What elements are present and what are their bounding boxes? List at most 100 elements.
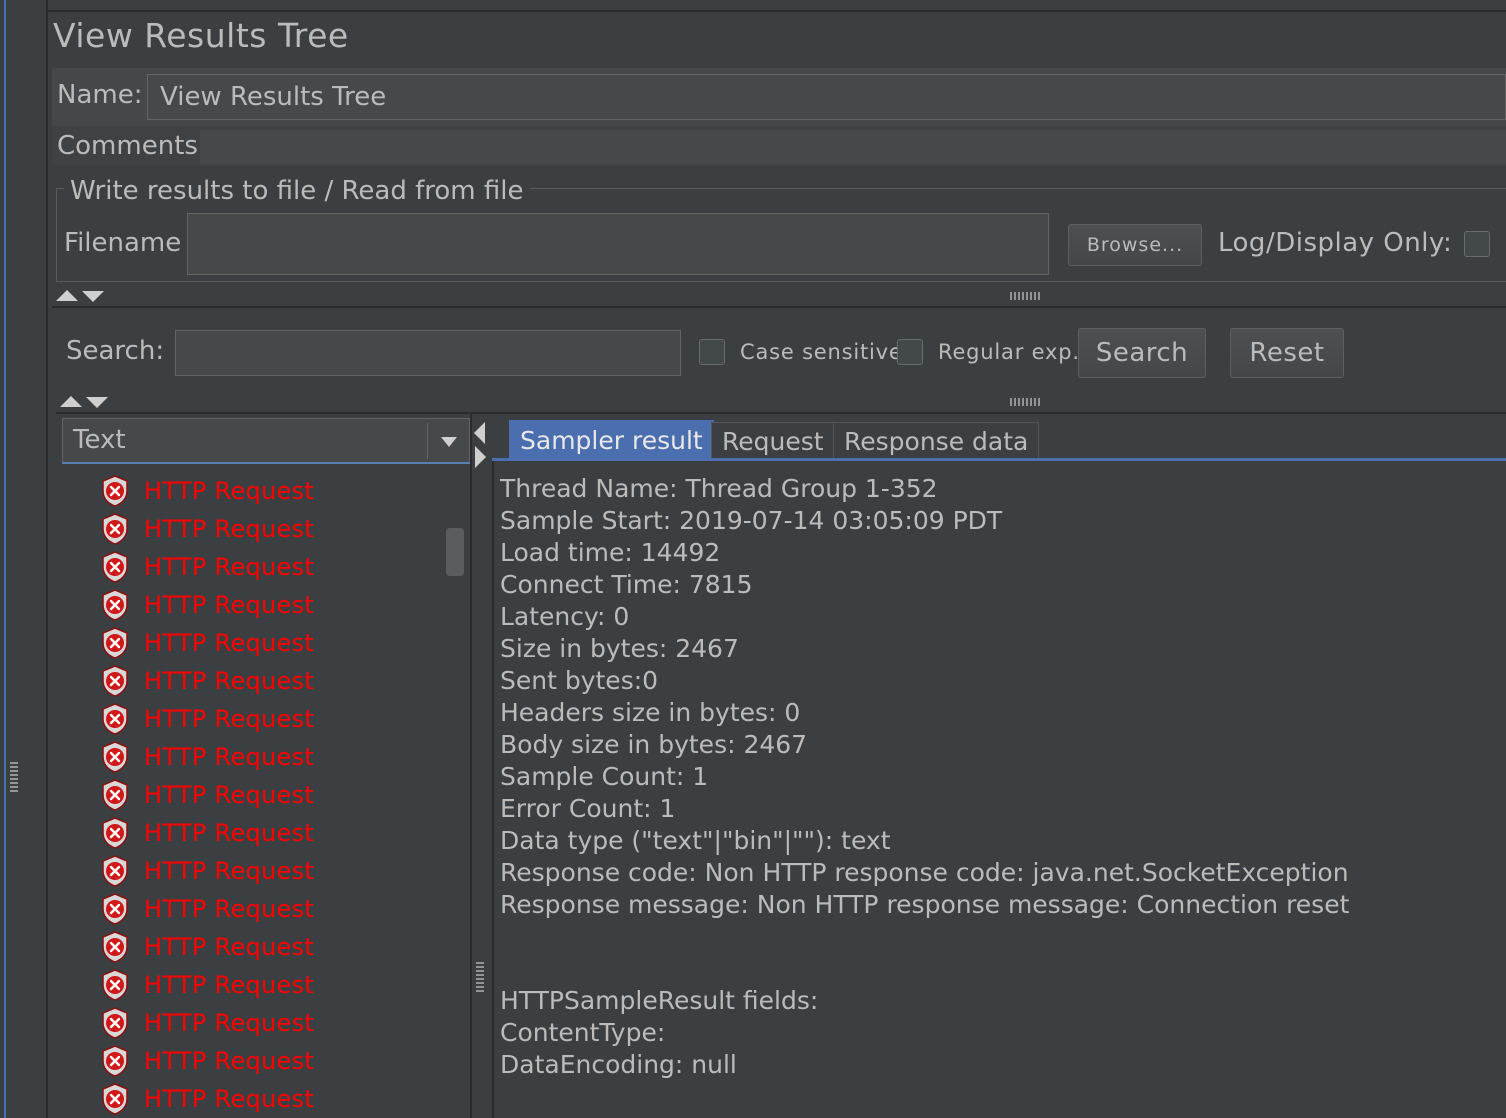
pane-splitter[interactable]: [472, 414, 492, 1118]
tree-item-http-request[interactable]: HTTP Request: [100, 852, 314, 890]
detail-line: HTTPSampleResult fields:: [500, 986, 819, 1015]
tree-item-label: HTTP Request: [144, 781, 315, 809]
chevron-down-icon[interactable]: [441, 437, 457, 447]
error-shield-icon: [102, 1007, 128, 1039]
case-sensitive-checkbox[interactable]: [699, 339, 725, 365]
log-display-only-checkbox[interactable]: [1464, 231, 1490, 257]
error-shield-icon: [102, 855, 128, 887]
name-input[interactable]: View Results Tree: [147, 74, 1506, 120]
tab-response-data[interactable]: Response data: [833, 422, 1040, 460]
search-button[interactable]: Search: [1078, 328, 1206, 378]
detail-line: Response code: Non HTTP response code: j…: [500, 858, 1349, 887]
error-shield-icon: [102, 969, 128, 1001]
error-shield-icon: [102, 1083, 128, 1115]
left-splitter-grip[interactable]: [10, 762, 18, 792]
content-left-border: [46, 0, 48, 1118]
sampler-result-text: Thread Name: Thread Group 1-352 Sample St…: [500, 473, 1349, 1081]
comments-input[interactable]: [200, 130, 1506, 164]
divider-line: [52, 306, 1506, 308]
expand-down-icon[interactable]: [82, 291, 104, 302]
tree-item-label: HTTP Request: [144, 1085, 315, 1113]
tree-item-http-request[interactable]: HTTP Request: [100, 662, 314, 700]
search-label: Search:: [66, 336, 165, 366]
error-shield-icon: [102, 893, 128, 925]
tree-item-http-request[interactable]: HTTP Request: [100, 1080, 314, 1118]
tree-scroll-area[interactable]: HTTP Request HTTP Request HTTP Request HTTP…: [62, 470, 470, 1118]
splitter-2-grip[interactable]: [1010, 398, 1040, 406]
detail-line: Thread Name: Thread Group 1-352: [500, 474, 938, 503]
detail-line: Latency: 0: [500, 602, 630, 631]
error-shield-icon: [102, 475, 128, 507]
error-shield-icon: [102, 741, 128, 773]
collapse-left-icon[interactable]: [474, 422, 485, 444]
tree-item-label: HTTP Request: [144, 629, 315, 657]
collapse-up-icon[interactable]: [60, 396, 82, 407]
tree-item-http-request[interactable]: HTTP Request: [100, 700, 314, 738]
tree-item-http-request[interactable]: HTTP Request: [100, 814, 314, 852]
browse-button[interactable]: Browse...: [1068, 224, 1202, 266]
tree-item-label: HTTP Request: [144, 705, 315, 733]
detail-line: Body size in bytes: 2467: [500, 730, 808, 759]
tree-item-http-request[interactable]: HTTP Request: [100, 776, 314, 814]
detail-line: Error Count: 1: [500, 794, 676, 823]
detail-line: Sample Start: 2019-07-14 03:05:09 PDT: [500, 506, 1003, 535]
tree-item-http-request[interactable]: HTTP Request: [100, 472, 314, 510]
tree-scrollbar-thumb[interactable]: [446, 528, 464, 576]
splitter-2[interactable]: [56, 392, 1506, 412]
detail-line: Load time: 14492: [500, 538, 721, 567]
error-shield-icon: [102, 1045, 128, 1077]
error-shield-icon: [102, 513, 128, 545]
tree-item-http-request[interactable]: HTTP Request: [100, 586, 314, 624]
tree-item-label: HTTP Request: [144, 553, 315, 581]
error-shield-icon: [102, 589, 128, 621]
detail-line: ContentType:: [500, 1018, 666, 1047]
error-shield-icon: [102, 665, 128, 697]
reset-button[interactable]: Reset: [1230, 328, 1344, 378]
error-shield-icon: [102, 627, 128, 659]
expand-down-icon[interactable]: [86, 397, 108, 408]
tree-item-label: HTTP Request: [144, 1009, 315, 1037]
splitter-1[interactable]: [52, 286, 1506, 306]
left-edge-panel: [0, 0, 6, 1118]
detail-line: [500, 921, 1349, 953]
tree-item-http-request[interactable]: HTTP Request: [100, 510, 314, 548]
renderer-select-value: Text: [73, 425, 126, 455]
tree-item-label: HTTP Request: [144, 895, 315, 923]
page-title: View Results Tree: [53, 16, 349, 55]
expand-right-icon[interactable]: [475, 446, 486, 468]
name-label: Name:: [57, 80, 143, 110]
tree-item-http-request[interactable]: HTTP Request: [100, 738, 314, 776]
file-panel-legend: Write results to file / Read from file: [64, 176, 530, 206]
tab-sampler-result[interactable]: Sampler result: [509, 420, 714, 460]
sampler-result-panel[interactable]: Thread Name: Thread Group 1-352 Sample St…: [492, 461, 1506, 1118]
regular-exp-checkbox[interactable]: [897, 339, 923, 365]
tree-item-label: HTTP Request: [144, 933, 315, 961]
tree-item-http-request[interactable]: HTTP Request: [100, 928, 314, 966]
search-input[interactable]: [175, 330, 681, 376]
renderer-select[interactable]: Text: [62, 418, 470, 464]
log-display-only-label: Log/Display Only:: [1218, 228, 1453, 258]
name-input-value: View Results Tree: [160, 82, 387, 112]
error-shield-icon: [102, 551, 128, 583]
tree-item-http-request[interactable]: HTTP Request: [100, 1004, 314, 1042]
tree-item-http-request[interactable]: HTTP Request: [100, 890, 314, 928]
top-border: [48, 10, 1506, 12]
detail-line: Sent bytes:0: [500, 666, 659, 695]
tree-item-label: HTTP Request: [144, 515, 315, 543]
detail-line: [500, 953, 1349, 985]
tab-request[interactable]: Request: [711, 422, 835, 460]
renderer-select-divider: [427, 423, 428, 459]
tree-item-http-request[interactable]: HTTP Request: [100, 1042, 314, 1080]
tree-item-label: HTTP Request: [144, 857, 315, 885]
detail-line: Data type ("text"|"bin"|""): text: [500, 826, 891, 855]
splitter-1-grip[interactable]: [1010, 292, 1040, 300]
case-sensitive-label: Case sensitive: [740, 340, 903, 364]
collapse-up-icon[interactable]: [56, 290, 78, 301]
error-shield-icon: [102, 817, 128, 849]
tree-item-http-request[interactable]: HTTP Request: [100, 966, 314, 1004]
tree-item-http-request[interactable]: HTTP Request: [100, 624, 314, 662]
pane-splitter-grip[interactable]: [476, 962, 484, 992]
tree-item-http-request[interactable]: HTTP Request: [100, 548, 314, 586]
tree-item-label: HTTP Request: [144, 1047, 315, 1075]
filename-input[interactable]: [187, 213, 1049, 275]
